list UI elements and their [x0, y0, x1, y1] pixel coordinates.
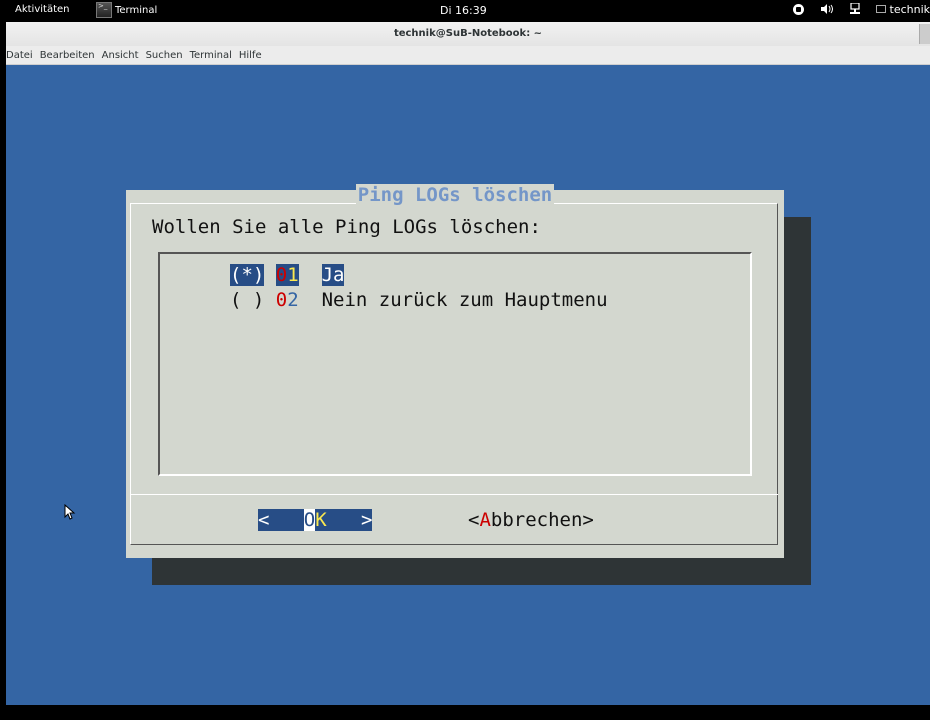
item-tag-second: 1: [287, 264, 299, 286]
item-label: Nein zurück zum Hauptmenu: [321, 289, 608, 311]
bottom-bar: [6, 705, 930, 720]
app-menu[interactable]: Terminal: [96, 2, 157, 18]
dialog-question: Wollen Sie alle Ping LOGs löschen:: [152, 216, 541, 238]
button-separator: [130, 494, 778, 495]
dialog-title: Ping LOGs löschen: [355, 184, 555, 206]
activities-button[interactable]: Aktivitäten: [15, 4, 70, 15]
volume-icon[interactable]: [820, 2, 834, 16]
radio-marker[interactable]: (*): [230, 264, 265, 286]
terminal-window: technik@SuB-Notebook: ~ Datei Bearbeiten…: [6, 22, 930, 720]
clock[interactable]: Di 16:39: [440, 4, 540, 17]
network-icon[interactable]: [848, 2, 862, 16]
top-bar: Aktivitäten Terminal Di 16:39 technik: [0, 0, 930, 22]
cancel-hotkey: A: [479, 509, 491, 531]
ok-button[interactable]: < OK >: [258, 509, 373, 531]
ok-first-letter: O: [303, 509, 316, 531]
user-icon: [875, 5, 886, 13]
whiptail-dialog: Ping LOGs löschen Wollen Sie alle Ping L…: [126, 184, 784, 558]
item-label: Ja: [321, 264, 345, 286]
window-title: technik@SuB-Notebook: ~: [393, 28, 543, 39]
menu-datei[interactable]: Datei: [6, 50, 38, 61]
user-menu[interactable]: technik: [875, 2, 930, 16]
radio-marker[interactable]: ( ): [230, 289, 264, 311]
ok-left-bracket: <: [258, 509, 270, 531]
cancel-open-bracket: <: [468, 509, 480, 531]
cancel-button[interactable]: <Abbrechen>: [468, 509, 594, 531]
radio-list: (*) 01 Ja ( ) 02 Nein zurück zum Hauptme…: [158, 252, 752, 476]
cancel-label: bbrechen: [490, 509, 583, 531]
mouse-cursor-icon: [64, 504, 76, 520]
window-control[interactable]: [919, 24, 930, 44]
menu-bearbeiten[interactable]: Bearbeiten: [40, 50, 100, 61]
ok-second-letter: K: [315, 509, 327, 531]
accessibility-icon[interactable]: [792, 2, 806, 16]
menu-bar: Datei Bearbeiten Ansicht Suchen Terminal…: [6, 46, 930, 65]
app-menu-label: Terminal: [115, 4, 158, 16]
item-tag-first: 0: [275, 289, 288, 311]
list-item-ja[interactable]: (*) 01 Ja: [230, 264, 345, 286]
list-item-nein[interactable]: ( ) 02 Nein zurück zum Hauptmenu: [230, 289, 608, 311]
item-tag-second: 2: [287, 289, 299, 311]
status-tray: technik: [792, 2, 930, 16]
cancel-close-bracket: >: [582, 509, 594, 531]
menu-terminal[interactable]: Terminal: [190, 50, 237, 61]
window-titlebar[interactable]: technik@SuB-Notebook: ~: [6, 22, 930, 46]
item-tag-first: 0: [275, 264, 288, 286]
user-name: technik: [889, 2, 930, 16]
menu-suchen[interactable]: Suchen: [146, 50, 188, 61]
ok-right-bracket: >: [361, 509, 373, 531]
terminal-area[interactable]: Ping LOGs löschen Wollen Sie alle Ping L…: [6, 65, 930, 705]
menu-hilfe[interactable]: Hilfe: [239, 50, 267, 61]
terminal-icon: [96, 2, 112, 18]
menu-ansicht[interactable]: Ansicht: [102, 50, 144, 61]
